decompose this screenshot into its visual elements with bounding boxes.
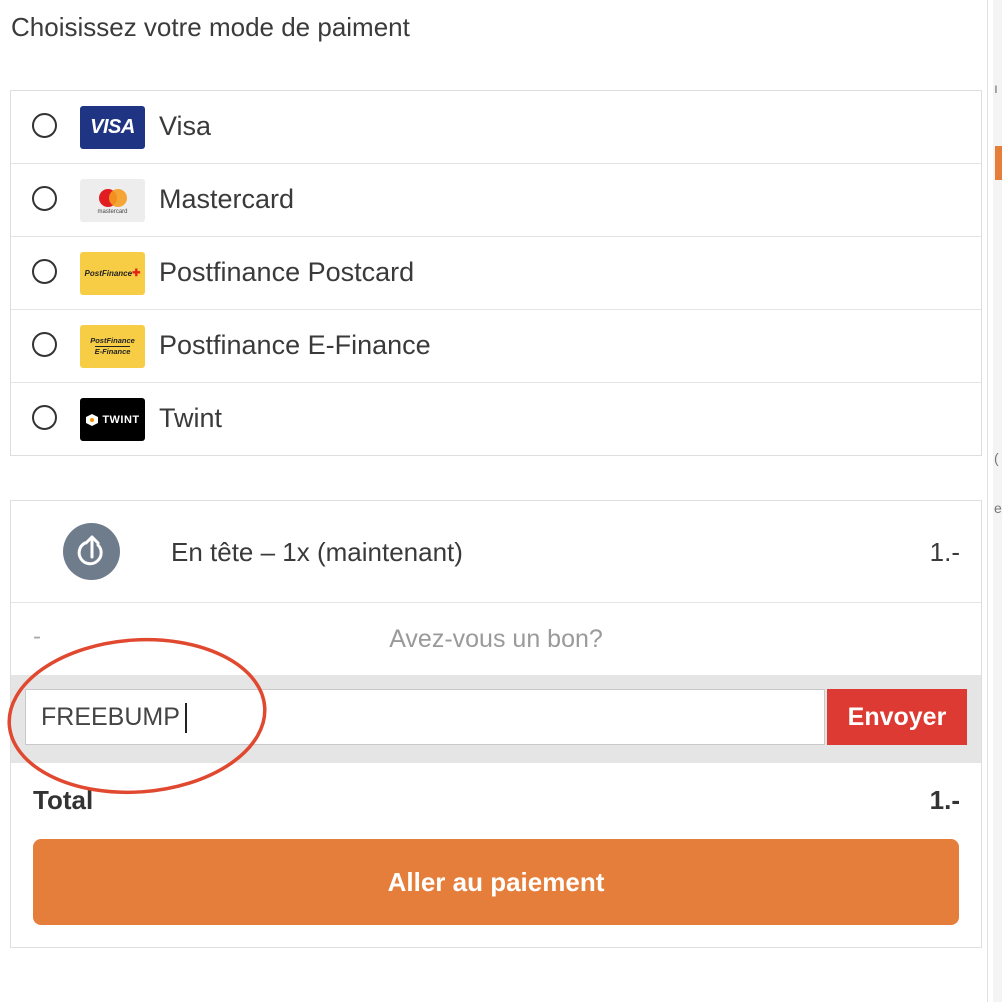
twint-shield-icon: [86, 413, 99, 426]
efinance-logo-text: E-Finance: [94, 346, 131, 356]
voucher-toggle-label[interactable]: Avez-vous un bon?: [11, 625, 981, 654]
postfinance-logo-icon: PostFinance ✚: [80, 252, 145, 295]
background-page-glyph: ı: [994, 80, 998, 96]
payment-method-visa[interactable]: VISA Visa: [11, 91, 981, 164]
postfinance-logo-text: PostFinance: [90, 336, 135, 345]
payment-methods-list: VISA Visa mastercard Mastercard PostFina…: [10, 90, 982, 456]
voucher-form: Envoyer: [11, 675, 981, 763]
background-page-glyph: e: [994, 500, 1002, 516]
radio-button[interactable]: [32, 405, 57, 430]
voucher-code-input[interactable]: [25, 689, 825, 745]
payment-method-postfinance-efinance[interactable]: PostFinance E-Finance Postfinance E-Fina…: [11, 310, 981, 383]
visa-logo-text: VISA: [90, 116, 135, 138]
visa-logo-icon: VISA: [80, 106, 145, 149]
mastercard-logo-icon: mastercard: [80, 179, 145, 222]
payment-method-postfinance-postcard[interactable]: PostFinance ✚ Postfinance Postcard: [11, 237, 981, 310]
mastercard-logo-text: mastercard: [97, 209, 128, 215]
background-page-edge: [987, 0, 988, 1002]
order-item-price: 1.-: [929, 537, 960, 567]
radio-button[interactable]: [32, 186, 57, 211]
twint-logo-text: TWINT: [102, 413, 140, 426]
payment-method-label: Mastercard: [159, 184, 295, 214]
postfinance-cross-icon: ✚: [132, 268, 141, 279]
total-label: Total: [33, 785, 94, 815]
radio-button[interactable]: [32, 113, 57, 138]
total-value: 1.-: [929, 785, 960, 815]
payment-method-label: Twint: [159, 403, 223, 433]
bump-up-arrow-icon: [63, 523, 120, 580]
postfinance-logo-text: PostFinance: [84, 269, 133, 278]
radio-button[interactable]: [32, 259, 57, 284]
payment-method-label: Postfinance Postcard: [159, 257, 415, 287]
payment-method-mastercard[interactable]: mastercard Mastercard: [11, 164, 981, 237]
go-to-payment-button[interactable]: Aller au paiement: [33, 839, 959, 925]
voucher-toggle[interactable]: - Avez-vous un bon?: [11, 603, 981, 675]
payment-method-label: Postfinance E-Finance: [159, 330, 431, 360]
radio-button[interactable]: [32, 332, 57, 357]
payment-method-twint[interactable]: TWINT Twint: [11, 383, 981, 455]
twint-logo-icon: TWINT: [80, 398, 145, 441]
order-summary: En tête – 1x (maintenant) 1.- - Avez-vou…: [10, 500, 982, 948]
order-item-row: En tête – 1x (maintenant) 1.-: [11, 501, 981, 603]
text-cursor: [185, 703, 187, 733]
background-page-orange-tab: [995, 146, 1002, 180]
background-page-glyph: (: [994, 450, 999, 466]
bump-arrow-glyph: [77, 535, 103, 566]
order-item-label: En tête – 1x (maintenant): [171, 537, 463, 567]
postfinance-efinance-logo-icon: PostFinance E-Finance: [80, 325, 145, 368]
page-title: Choisissez votre mode de paiment: [11, 12, 410, 42]
payment-method-label: Visa: [159, 111, 212, 141]
voucher-submit-button[interactable]: Envoyer: [827, 689, 967, 745]
